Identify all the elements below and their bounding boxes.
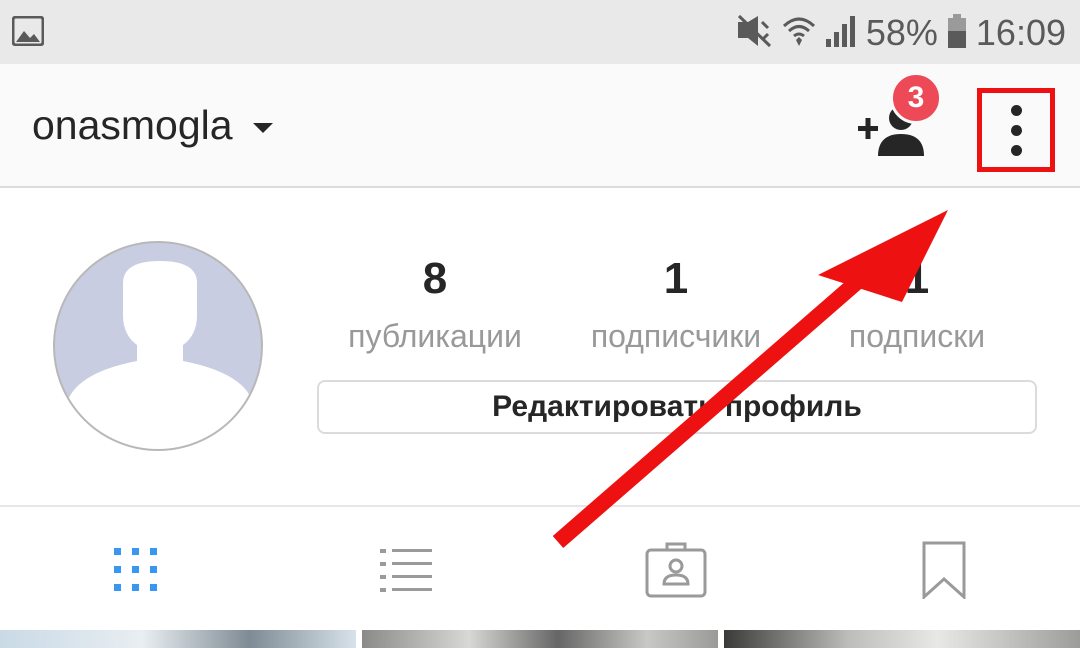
gallery-icon (11, 15, 45, 51)
list-icon (380, 549, 432, 592)
signal-icon (824, 15, 858, 52)
battery-icon (946, 13, 968, 54)
posts-label: публикации (348, 318, 522, 354)
profile-header: onasmogla 3 (0, 64, 1080, 188)
photo-grid (0, 630, 1080, 648)
avatar[interactable] (53, 241, 263, 451)
following-value: 1 (904, 254, 930, 303)
followers-label: подписчики (590, 318, 762, 354)
following-label: подписки (848, 318, 986, 354)
photo-thumbnail[interactable] (0, 630, 356, 648)
divider (0, 505, 1080, 507)
followers-value: 1 (663, 254, 689, 303)
more-dot (1010, 104, 1022, 116)
grid-icon (114, 548, 157, 591)
tagged-icon (645, 542, 707, 598)
tab-grid[interactable] (96, 535, 176, 605)
tab-list[interactable] (366, 535, 446, 605)
battery-percent: 58% (865, 12, 938, 53)
chevron-down-icon (252, 122, 273, 133)
following-count[interactable]: 1 подписки (797, 250, 1037, 355)
posts-value: 8 (422, 254, 448, 303)
status-bar: 58% 16:09 (0, 0, 1080, 64)
followers-count[interactable]: 1 подписчики (556, 250, 796, 355)
posts-count[interactable]: 8 публикации (315, 250, 555, 355)
default-avatar-icon (65, 261, 255, 449)
photo-thumbnail[interactable] (724, 630, 1080, 648)
mute-icon (736, 14, 774, 53)
clock: 16:09 (975, 12, 1066, 53)
username: onasmogla (32, 102, 233, 148)
tab-saved[interactable] (904, 535, 984, 605)
options-menu-button[interactable] (977, 88, 1055, 172)
wifi-icon (782, 14, 816, 53)
photo-thumbnail[interactable] (362, 630, 718, 648)
tab-tagged[interactable] (636, 535, 716, 605)
notification-badge: 3 (890, 72, 942, 124)
account-switcher[interactable]: onasmogla (32, 102, 273, 149)
more-dot (1010, 144, 1022, 156)
bookmark-icon (922, 541, 966, 599)
more-dot (1010, 124, 1022, 136)
edit-profile-button[interactable]: Редактировать профиль (317, 380, 1037, 434)
